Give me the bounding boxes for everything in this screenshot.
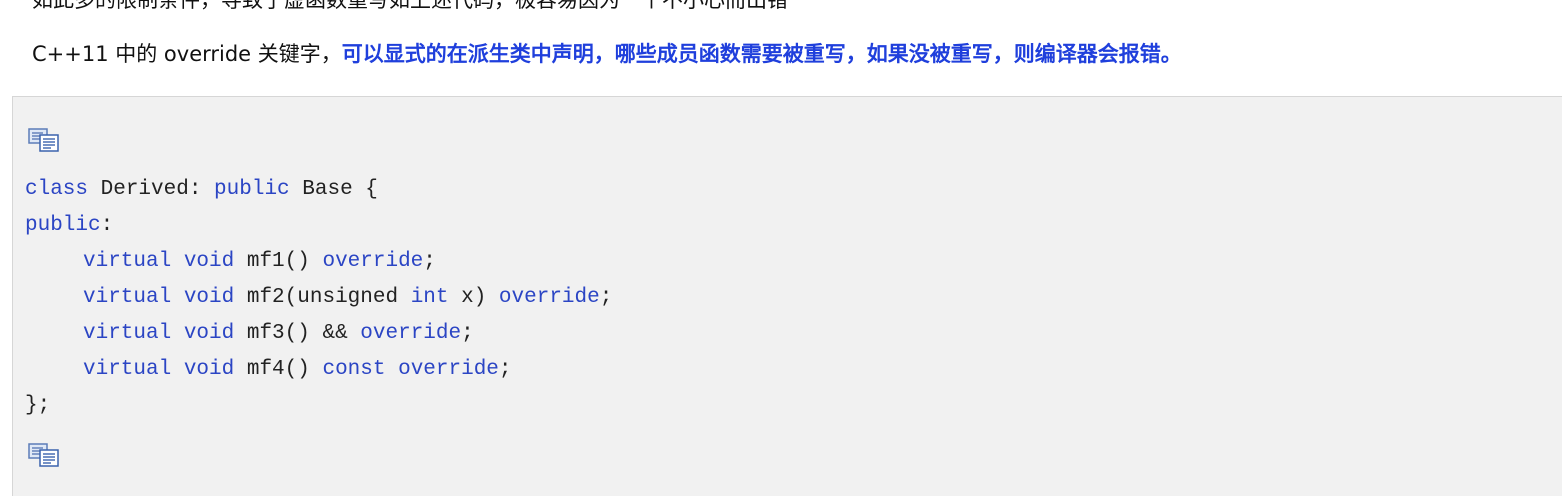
code-keyword: virtual <box>83 250 172 273</box>
code-keyword: virtual <box>83 286 172 309</box>
code-line: virtual void mf4() const override; <box>25 352 612 388</box>
code-line: virtual void mf3() && override; <box>25 316 612 352</box>
code-keyword: void <box>183 250 235 273</box>
code-keyword: override <box>360 322 462 345</box>
code-keyword: public <box>214 178 290 201</box>
code-keyword: virtual <box>83 358 172 381</box>
code-line: virtual void mf1() override; <box>25 244 612 280</box>
code-content: class Derived: public Base {public: virtu… <box>25 172 612 424</box>
code-text: mf4() <box>234 358 323 381</box>
intro-emphasis: 可以显式的在派生类中声明，哪些成员函数需要被重写，如果没被重写，则编译器会报错。 <box>341 42 1182 66</box>
code-keyword: void <box>183 358 235 381</box>
code-text: ; <box>599 286 613 309</box>
code-text: mf3() && <box>234 322 361 345</box>
code-keyword: int <box>410 286 449 309</box>
code-text: mf1() <box>234 250 323 273</box>
code-text: mf2(unsigned <box>234 286 411 309</box>
code-text: ; <box>498 358 512 381</box>
code-keyword: override <box>498 286 600 309</box>
intro-paragraph: C++11 中的 override 关键字，可以显式的在派生类中声明，哪些成员函… <box>32 38 1182 70</box>
code-block: class Derived: public Base {public: virtu… <box>12 96 1562 496</box>
code-keyword: class <box>25 178 89 201</box>
code-text: x) <box>448 286 499 309</box>
code-keyword: public <box>25 214 101 237</box>
code-text: : <box>100 214 114 237</box>
code-text: ; <box>461 322 474 345</box>
code-line: }; <box>25 388 612 424</box>
code-line: public: <box>25 208 612 244</box>
code-keyword: virtual <box>83 322 172 345</box>
code-text: }; <box>25 394 51 417</box>
code-keyword: override <box>322 250 424 273</box>
copy-code-icon[interactable] <box>27 442 61 468</box>
previous-paragraph-fragment: 如此多的限制条件，导致了虚函数重写如上述代码，极容易因为一个不小心而出错 <box>32 0 788 12</box>
code-text: Derived: <box>88 178 215 201</box>
copy-code-icon[interactable] <box>27 127 61 153</box>
code-keyword: override <box>398 358 499 381</box>
code-keyword: const <box>322 358 386 381</box>
code-keyword: void <box>183 322 235 345</box>
code-line: virtual void mf2(unsigned int x) overrid… <box>25 280 612 316</box>
intro-prefix: C++11 中的 override 关键字， <box>32 42 342 66</box>
code-keyword: void <box>183 286 235 309</box>
code-text: ; <box>423 250 436 273</box>
code-text: Base { <box>289 178 378 201</box>
code-line: class Derived: public Base { <box>25 172 612 208</box>
